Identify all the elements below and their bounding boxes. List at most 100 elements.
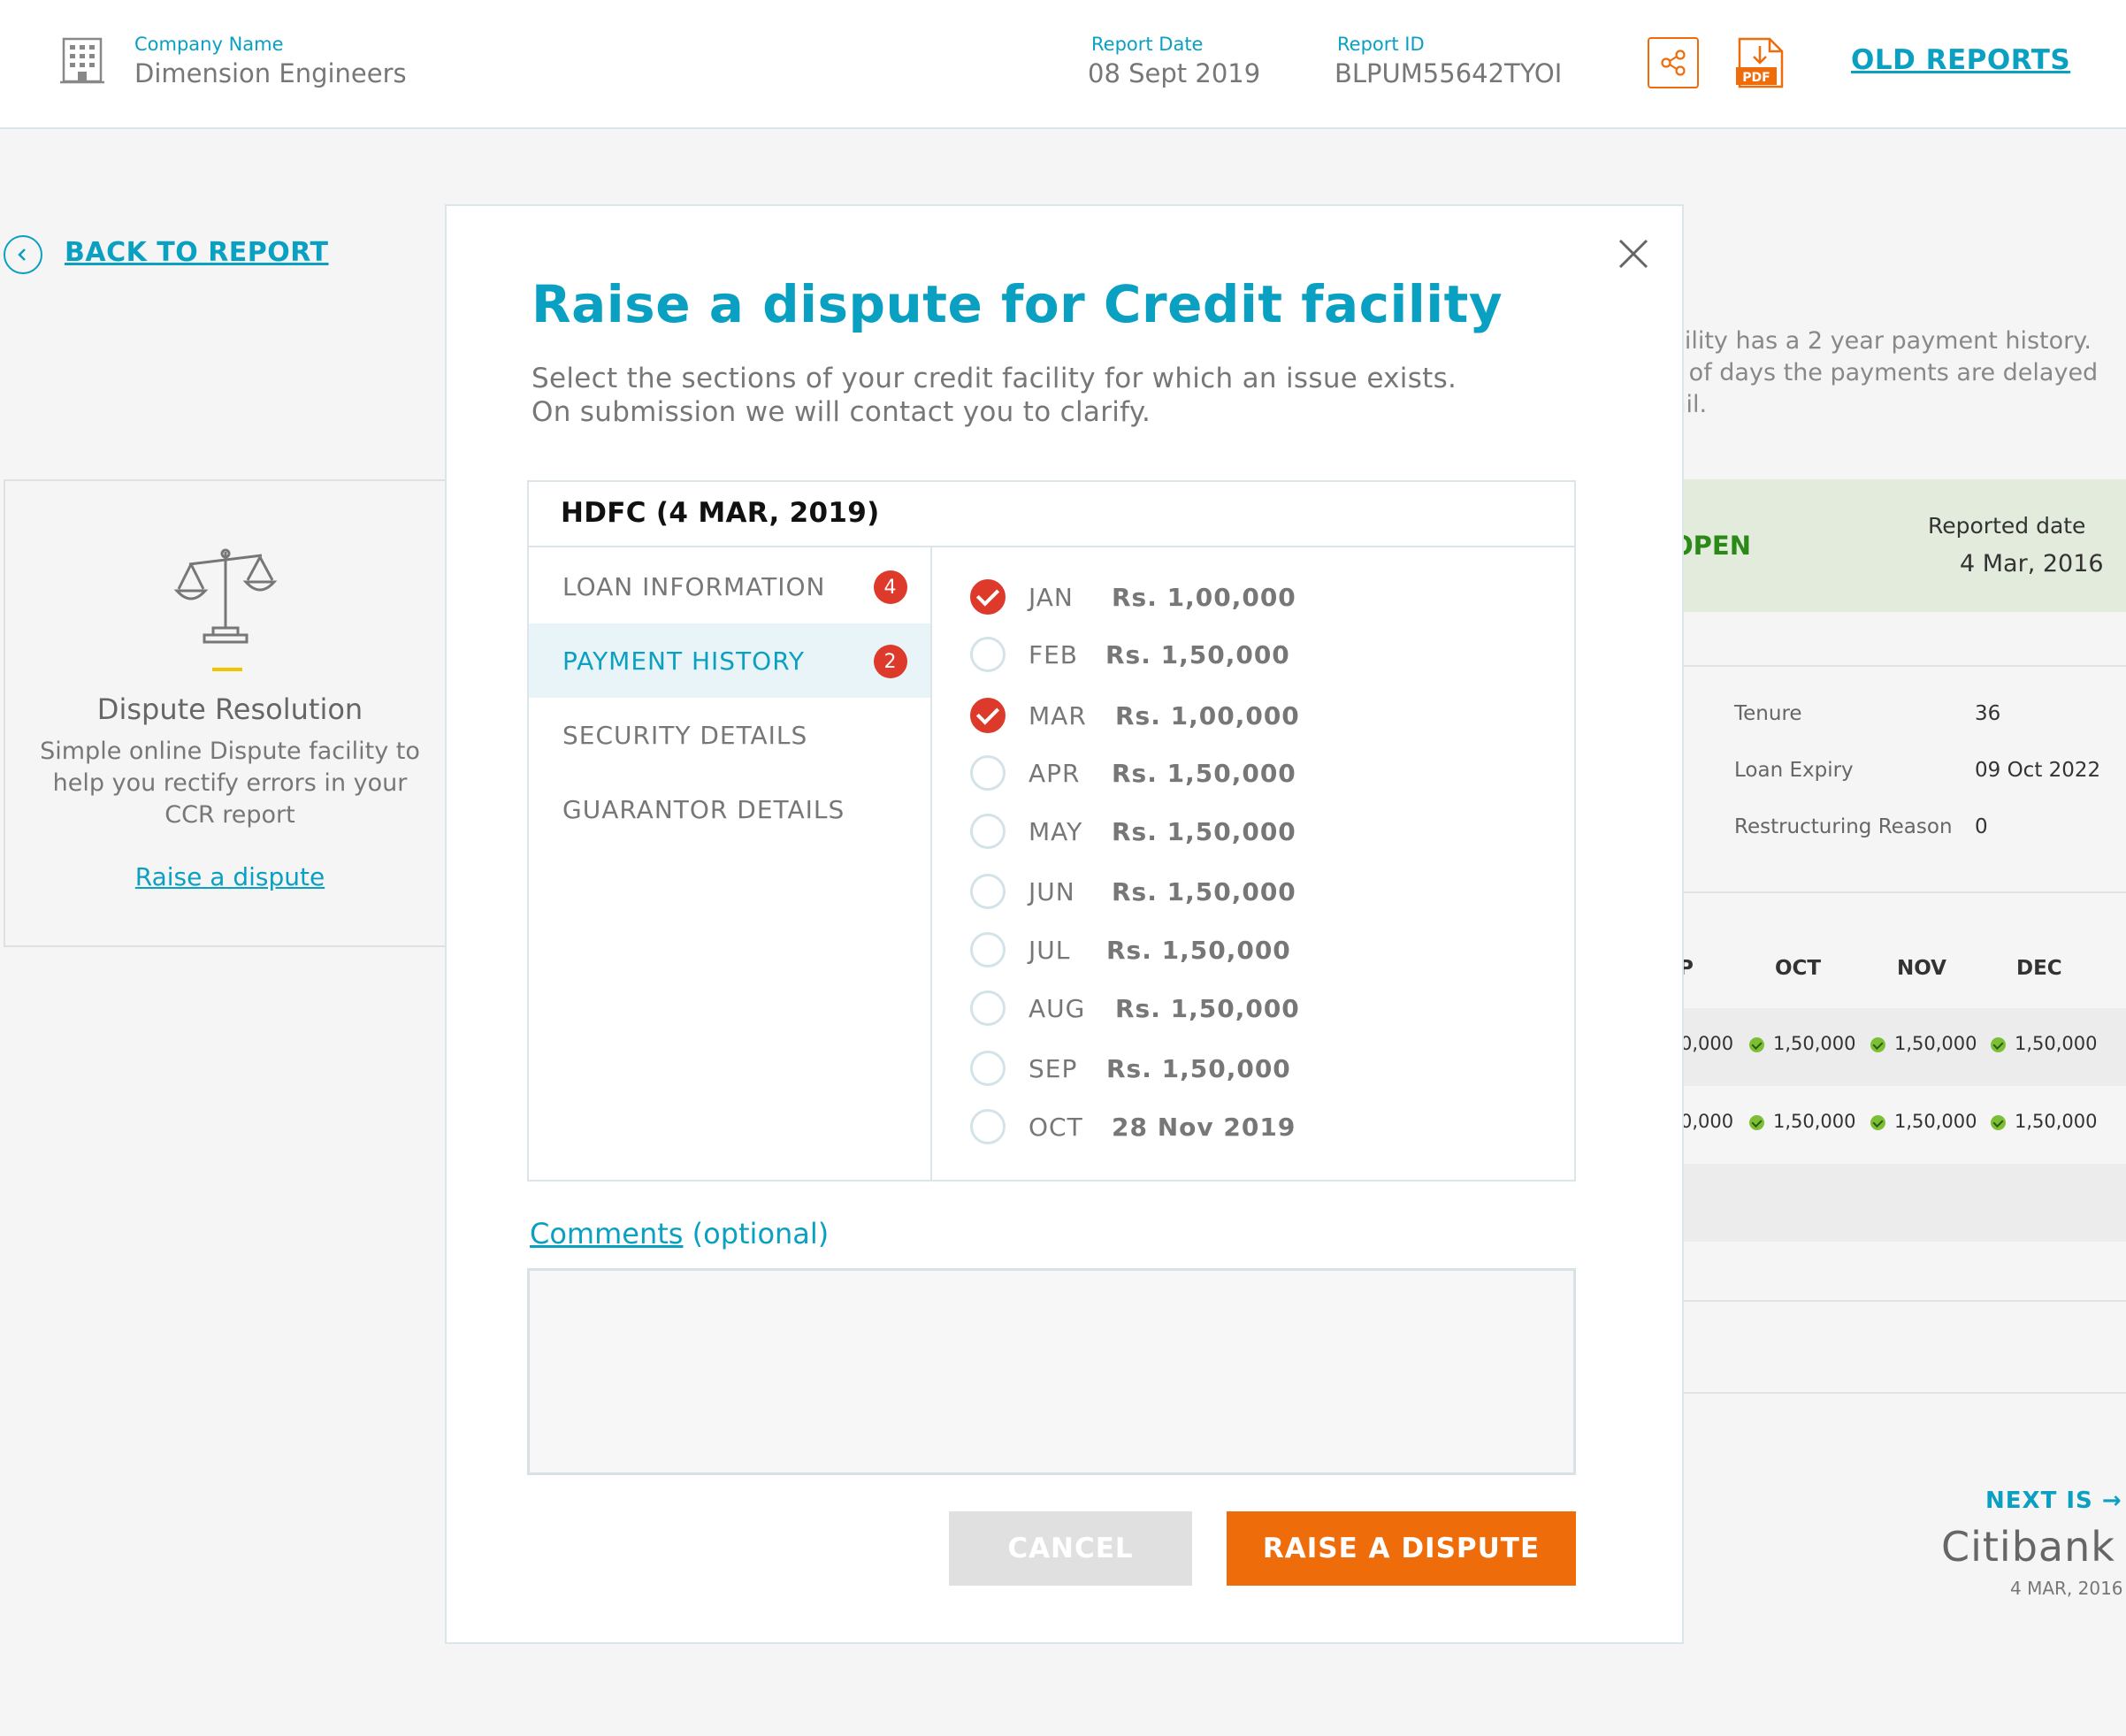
tab-guarantor-details[interactable]: GUARANTOR DETAILS [529,772,930,846]
month-amount: Rs. 1,00,000 [1112,582,1296,612]
month-option-jun[interactable]: JUN Rs. 1,50,000 [970,870,1296,913]
month-name: JUN [1029,876,1075,906]
payment-amount: 1,50,000 [1894,1033,1977,1054]
month-amount: Rs. 1,00,000 [1115,700,1300,730]
checkbox[interactable] [970,637,1006,672]
payment-cell: 1,50,000 [1870,1111,1977,1132]
payment-cell: 1,50,000 [1991,1111,2098,1132]
share-icon [1661,50,1686,76]
close-icon[interactable] [1615,235,1652,272]
comments-textarea[interactable] [527,1268,1576,1475]
modal-subtitle: Select the sections of your credit facil… [532,362,1575,429]
facility-title: HDFC (4 MAR, 2019) [561,497,880,529]
subtitle-line: Select the sections of your credit facil… [532,363,1457,394]
payment-amount: 1,50,000 [1773,1111,1856,1132]
restructuring-reason-value: 0 [1975,815,1988,838]
divider [930,547,932,1180]
payment-cell: 0,000 [1680,1033,1734,1054]
month-name: OCT [1029,1112,1083,1142]
pdf-label: PDF [1742,71,1770,85]
month-option-oct[interactable]: OCT 28 Nov 2019 [970,1105,1295,1148]
payment-cell: 1,50,000 [1991,1033,2098,1054]
loan-expiry-value: 09 Oct 2022 [1975,759,2101,782]
tenure-label: Tenure [1734,702,1802,725]
month-header: DEC [2016,957,2062,980]
tab-security-details[interactable]: SECURITY DETAILS [529,698,930,772]
check-circle-icon [1870,1115,1885,1130]
count-badge: 4 [874,570,907,604]
month-name: JUL [1029,935,1071,965]
checkbox[interactable] [970,932,1006,967]
chevron-left-icon [18,249,26,261]
checkbox[interactable] [970,755,1006,791]
month-option-may[interactable]: MAY Rs. 1,50,000 [970,810,1296,853]
month-name: FEB [1029,639,1079,669]
month-name: JAN [1029,582,1074,612]
month-option-aug[interactable]: AUG Rs. 1,50,000 [970,987,1299,1029]
divider [1663,1300,2126,1302]
next-facility-label[interactable]: NEXT IS → [1985,1487,2122,1514]
payment-history-hint: cility has a 2 year payment history. r o… [1671,325,2098,421]
month-name: MAR [1029,700,1087,730]
payment-amount: 1,50,000 [1773,1033,1856,1054]
divider [1663,1392,2126,1394]
cancel-button[interactable]: CANCEL [949,1511,1192,1586]
month-name: SEP [1029,1053,1078,1083]
payment-cell: 1,50,000 [1870,1033,1977,1054]
tab-label: SECURITY DETAILS [562,720,808,750]
company-name-label: Company Name [134,34,284,55]
check-circle-icon [1870,1037,1885,1052]
month-amount: 28 Nov 2019 [1112,1112,1296,1142]
month-amount: Rs. 1,50,000 [1115,993,1300,1023]
checkbox-checked[interactable] [970,698,1006,733]
back-to-report-link[interactable]: BACK TO REPORT [65,237,329,268]
tab-payment-history[interactable]: PAYMENT HISTORY 2 [529,623,930,698]
checkbox[interactable] [970,1051,1006,1086]
dispute-card-title: Dispute Resolution [96,692,363,726]
month-option-sep[interactable]: SEP Rs. 1,50,000 [970,1047,1290,1090]
month-option-mar[interactable]: MAR Rs. 1,00,000 [970,694,1299,737]
share-button[interactable] [1648,37,1699,88]
payment-amount: 1,50,000 [2015,1033,2098,1054]
month-amount: Rs. 1,50,000 [1112,816,1296,846]
month-option-jan[interactable]: JAN Rs. 1,00,000 [970,576,1296,618]
checkbox[interactable] [970,1109,1006,1144]
month-header: NOV [1897,957,1946,980]
checkbox[interactable] [970,874,1006,909]
reported-date-value: 4 Mar, 2016 [1960,550,2104,577]
tenure-value: 36 [1975,702,2001,725]
next-bank-date: 4 MAR, 2016 [2010,1578,2123,1599]
check-circle-icon [1991,1037,2006,1052]
app-header: Company Name Dimension Engineers Report … [0,0,2126,129]
modal-title: Raise a dispute for Credit facility [532,274,1503,334]
pdf-download-icon[interactable]: PDF [1734,37,1786,88]
payment-cell: 0,000 [1680,1111,1734,1132]
next-bank-name[interactable]: Citibank [1941,1523,2115,1571]
check-circle-icon [1749,1037,1764,1052]
payment-cell: 1,50,000 [1749,1111,1856,1132]
report-date: 08 Sept 2019 [1088,58,1261,88]
month-option-feb[interactable]: FEB Rs. 1,50,000 [970,633,1289,676]
checkbox[interactable] [970,990,1006,1026]
month-option-apr[interactable]: APR Rs. 1,50,000 [970,752,1296,794]
company-name: Dimension Engineers [134,58,407,88]
month-amount: Rs. 1,50,000 [1106,1053,1291,1083]
month-amount: Rs. 1,50,000 [1105,639,1290,669]
back-button[interactable] [4,235,42,274]
raise-dispute-button[interactable]: RAISE A DISPUTE [1227,1511,1576,1586]
tab-loan-information[interactable]: LOAN INFORMATION 4 [529,549,930,623]
month-option-jul[interactable]: JUL Rs. 1,50,000 [970,929,1290,971]
subtitle-line: On submission we will contact you to cla… [532,396,1151,428]
comments-link[interactable]: Comments [530,1217,683,1250]
checkbox[interactable] [970,814,1006,849]
month-amount: Rs. 1,50,000 [1112,876,1296,906]
tab-label: LOAN INFORMATION [562,571,826,601]
next-label-text: NEXT IS [1985,1487,2093,1514]
payment-amount: 1,50,000 [2015,1111,2098,1132]
old-reports-link[interactable]: OLD REPORTS [1851,44,2070,76]
reported-date-label: Reported date [1928,513,2086,539]
checkbox-checked[interactable] [970,579,1006,615]
report-id-label: Report ID [1337,34,1425,55]
raise-dispute-link[interactable]: Raise a dispute [0,862,460,891]
divider [1663,665,2126,667]
